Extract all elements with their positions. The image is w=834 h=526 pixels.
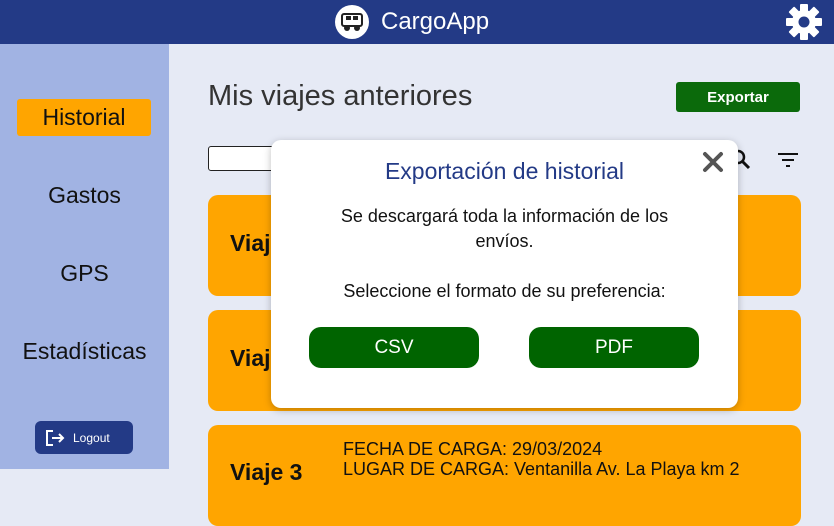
app-title: CargoApp xyxy=(381,8,490,35)
modal-title: Exportación de historial xyxy=(384,158,625,184)
sidebar-item-gps[interactable]: GPS xyxy=(0,260,169,287)
trip-card-title: Viaj xyxy=(230,345,271,371)
brand: CargoApp xyxy=(335,4,489,40)
csv-button[interactable]: CSV xyxy=(309,327,479,368)
trip-card-title: Viaj xyxy=(230,230,271,256)
top-bar: CargoApp xyxy=(0,0,834,44)
trip-card[interactable]: Viaje 3 FECHA DE CARGA: 29/03/2024 LUGAR… xyxy=(208,425,801,526)
logout-icon xyxy=(46,429,65,446)
close-icon[interactable] xyxy=(701,150,725,174)
export-modal: Exportación de historial Se descargará t… xyxy=(271,140,738,408)
page-title: Mis viajes anteriores xyxy=(208,80,473,112)
trip-card-title: Viaje 3 xyxy=(230,459,303,485)
gear-icon[interactable] xyxy=(785,3,823,41)
truck-logo-icon xyxy=(335,5,369,39)
pdf-button[interactable]: PDF xyxy=(529,327,699,368)
modal-text-line1: Se descargará toda la información de los xyxy=(340,206,669,226)
search-input[interactable] xyxy=(208,146,280,171)
logout-button[interactable]: Logout xyxy=(35,421,133,454)
sidebar-item-gastos[interactable]: Gastos xyxy=(0,182,169,209)
trip-card-fecha: FECHA DE CARGA: 29/03/2024 xyxy=(343,439,603,459)
logout-label: Logout xyxy=(73,430,110,445)
sidebar-item-historial[interactable]: Historial xyxy=(17,99,151,136)
filter-icon[interactable] xyxy=(776,150,800,170)
trip-card-lugar: LUGAR DE CARGA: Ventanilla Av. La Playa … xyxy=(343,459,740,479)
modal-text-line2: envíos. xyxy=(475,231,534,251)
sidebar-item-estadisticas[interactable]: Estadísticas xyxy=(0,338,169,365)
modal-text-line3: Seleccione el formato de su preferencia: xyxy=(343,281,666,301)
export-button[interactable]: Exportar xyxy=(676,82,800,112)
